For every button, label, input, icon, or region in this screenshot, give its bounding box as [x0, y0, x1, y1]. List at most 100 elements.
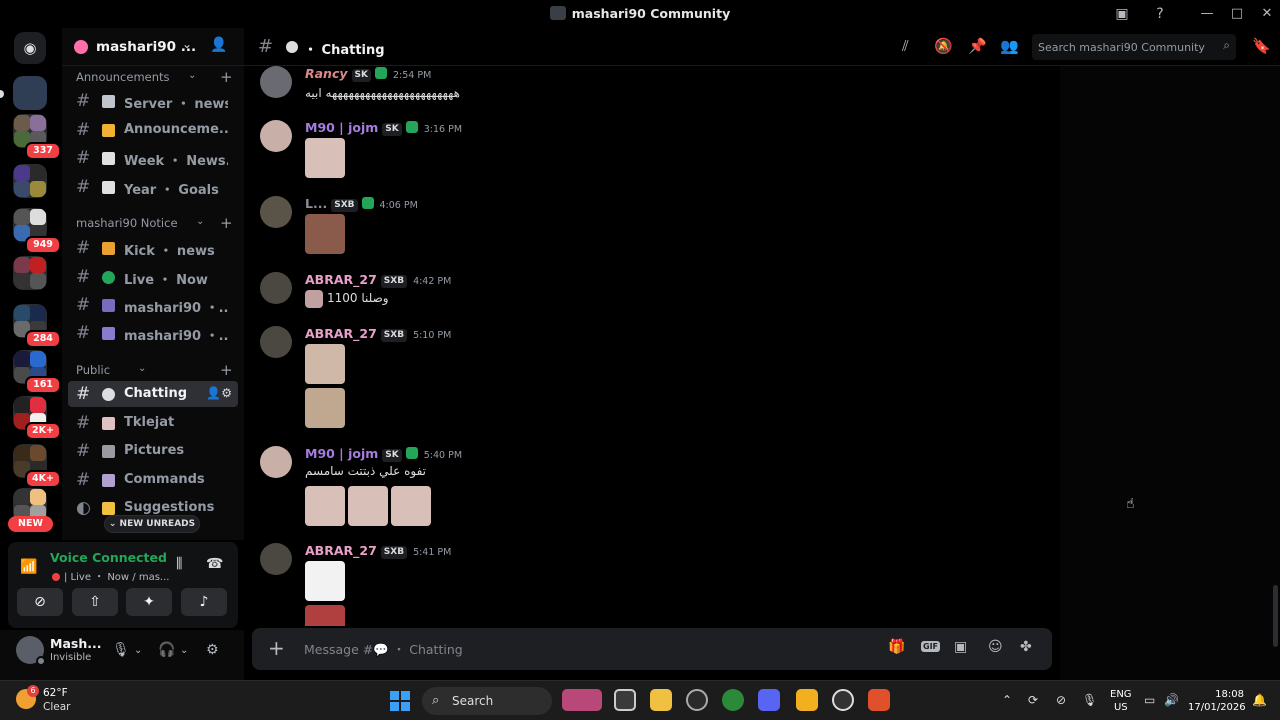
soundboard-button[interactable]: ♪	[181, 588, 227, 616]
gift-icon[interactable]: 🎁	[888, 639, 905, 655]
new-unreads-button[interactable]: ⌄ NEW UNREADS	[104, 515, 200, 533]
inbox-icon[interactable]: 🔖	[1252, 37, 1271, 55]
author-name[interactable]: ABRAR_27	[305, 543, 377, 558]
search-input[interactable]	[1038, 38, 1208, 56]
channel-server-news[interactable]: # Server ・ news	[68, 88, 238, 114]
gif-icon[interactable]: GIF	[921, 641, 941, 652]
server-mashari[interactable]	[13, 76, 47, 110]
username[interactable]: Mash...	[50, 636, 101, 651]
category-notice[interactable]: mashari90 Notice ⌄ +	[76, 214, 233, 232]
headphones-icon[interactable]: 🎧	[158, 642, 175, 658]
gear-icon[interactable]: ⚙	[206, 642, 219, 658]
display-icon[interactable]: ▭	[1144, 693, 1155, 707]
chevron-down-icon[interactable]: ⌄	[180, 645, 188, 656]
file-explorer-icon[interactable]	[650, 689, 672, 711]
settings-app-icon[interactable]	[832, 689, 854, 711]
help-icon[interactable]: ?	[1150, 4, 1170, 24]
avatar[interactable]	[260, 66, 292, 98]
avatar[interactable]	[260, 272, 292, 304]
task-view-icon[interactable]	[614, 689, 636, 711]
noise-suppression-icon[interactable]: ⫼	[176, 556, 182, 572]
server-header[interactable]: mashari90 ... ⌄ 👤	[62, 28, 244, 66]
image-attachment[interactable]	[391, 486, 431, 526]
image-attachment[interactable]	[305, 214, 345, 254]
discord-home-icon[interactable]: ◉	[14, 32, 46, 64]
channel-mashari90-1[interactable]: # mashari90 ・...	[68, 292, 238, 318]
clock[interactable]: 18:08 17/01/2026	[1188, 688, 1246, 714]
microphone-icon[interactable]: 🎙	[1082, 693, 1097, 707]
image-attachment[interactable]	[305, 561, 345, 601]
new-badge[interactable]: NEW	[8, 516, 53, 532]
sticker-icon[interactable]: ▣	[954, 639, 967, 655]
author-name[interactable]: Rancy	[305, 66, 348, 81]
channel-live-now[interactable]: # Live ・ Now	[68, 264, 238, 290]
channel-tklejat[interactable]: # Tklejat	[68, 410, 238, 436]
channel-kick-news[interactable]: # Kick ・ news	[68, 235, 238, 261]
channel-settings-icons[interactable]: 👤⚙	[206, 386, 232, 400]
add-attachment-icon[interactable]: +	[268, 636, 285, 660]
camera-off-button[interactable]: ⊘	[17, 588, 63, 616]
close-button[interactable]: ✕	[1256, 4, 1278, 24]
start-button[interactable]	[390, 691, 410, 711]
network-off-icon[interactable]: ⊘	[1056, 693, 1066, 707]
author-name[interactable]: ABRAR_27	[305, 326, 377, 341]
emoji-icon[interactable]: ☺	[988, 639, 1003, 655]
brave-icon[interactable]	[868, 689, 890, 711]
add-channel-icon[interactable]: +	[220, 68, 233, 86]
avatar[interactable]	[260, 326, 292, 358]
avatar[interactable]	[260, 196, 292, 228]
channel-pictures[interactable]: # Pictures	[68, 438, 238, 464]
disconnect-icon[interactable]: ☎	[206, 556, 223, 572]
screen-share-button[interactable]: ⇧	[72, 588, 118, 616]
add-channel-icon[interactable]: +	[220, 214, 233, 232]
image-attachment[interactable]	[348, 486, 388, 526]
maximize-button[interactable]: □	[1226, 4, 1248, 24]
sync-icon[interactable]: ⟳	[1028, 693, 1038, 707]
inbox-icon[interactable]: ▣	[1112, 4, 1132, 24]
author-name[interactable]: M90 | jojm	[305, 446, 378, 461]
scrollbar[interactable]	[1273, 585, 1278, 647]
add-channel-icon[interactable]: +	[220, 361, 233, 379]
image-attachment[interactable]	[305, 388, 345, 428]
speaker-icon[interactable]: 🔊	[1164, 693, 1179, 707]
pin-icon[interactable]: 📌	[968, 37, 987, 55]
activities-button[interactable]: ✦	[126, 588, 172, 616]
author-name[interactable]: L...	[305, 196, 327, 211]
app-icon[interactable]	[796, 689, 818, 711]
channel-announcements[interactable]: # Announceme...	[68, 117, 238, 143]
server-folder-2[interactable]	[13, 164, 47, 198]
minimize-button[interactable]: —	[1196, 4, 1218, 24]
category-announcements[interactable]: Announcements ⌄ +	[76, 68, 233, 86]
add-member-icon[interactable]: 👤	[210, 37, 227, 53]
avatar[interactable]	[260, 543, 292, 575]
channel-week-news[interactable]: # Week ・ News...	[68, 145, 238, 171]
avatar[interactable]	[260, 120, 292, 152]
members-icon[interactable]: 👥	[1000, 37, 1019, 55]
chrome-icon[interactable]	[722, 689, 744, 711]
channel-chatting[interactable]: # Chatting 👤⚙	[68, 381, 238, 407]
chevron-up-icon[interactable]: ⌃	[1002, 693, 1012, 707]
microphone-icon[interactable]: 🎙	[112, 642, 130, 658]
voice-channel-label[interactable]: | Live ・ Now / mas...	[52, 568, 169, 583]
threads-icon[interactable]: ⫽	[902, 37, 909, 55]
chevron-down-icon[interactable]: ⌄	[134, 645, 142, 656]
server-folder-4[interactable]	[13, 256, 47, 290]
steam-icon[interactable]	[686, 689, 708, 711]
image-attachment[interactable]	[305, 344, 345, 384]
language-indicator[interactable]: ENG US	[1110, 688, 1132, 714]
category-public[interactable]: Public ⌄ +	[76, 361, 233, 379]
author-name[interactable]: ABRAR_27	[305, 272, 377, 287]
image-attachment[interactable]	[305, 138, 345, 178]
message-input[interactable]	[304, 639, 604, 659]
signal-icon[interactable]: 📶	[18, 556, 40, 578]
image-attachment[interactable]	[305, 486, 345, 526]
channel-commands[interactable]: # Commands	[68, 467, 238, 493]
mute-bell-icon[interactable]: 🔕	[934, 37, 953, 55]
channel-mashari90-2[interactable]: # mashari90 ・...	[68, 320, 238, 346]
discord-icon[interactable]	[758, 689, 780, 711]
avatar[interactable]	[260, 446, 292, 478]
sticker-image[interactable]	[305, 290, 323, 308]
image-attachment[interactable]	[305, 605, 345, 626]
tulips-icon[interactable]	[562, 689, 602, 711]
search-box[interactable]: ⌕	[1032, 34, 1236, 60]
